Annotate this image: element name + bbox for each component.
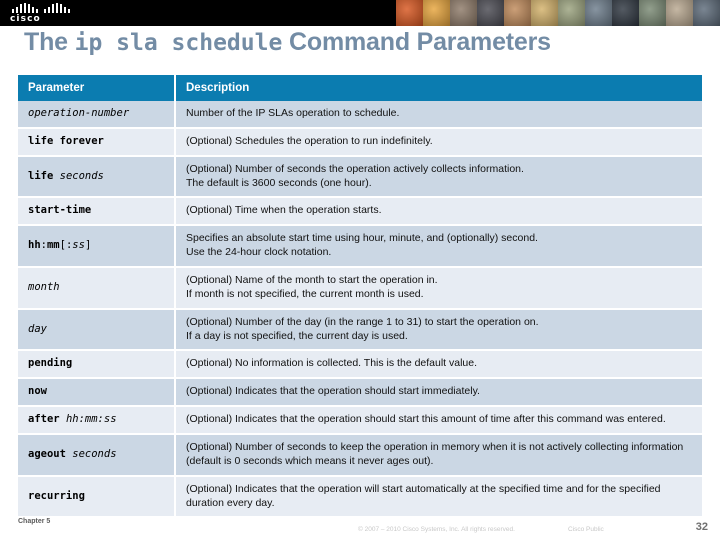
photo-tile xyxy=(585,0,612,26)
photo-tile xyxy=(639,0,666,26)
parameter-cell: now xyxy=(18,378,176,408)
photo-tile xyxy=(558,0,585,26)
description-cell: (Optional) Schedules the operation to ru… xyxy=(175,127,702,157)
table-row: hh:mm[:ss] Specifies an absolute start ti… xyxy=(18,225,702,269)
description-cell: (Optional) Number of seconds to keep the… xyxy=(175,434,702,477)
photo-tile xyxy=(531,0,558,26)
description-cell: (Optional) Number of the day (in the ran… xyxy=(175,308,702,352)
photo-tile xyxy=(396,0,423,26)
page-title: The ip sla schedule Command Parameters xyxy=(24,28,551,57)
parameter-cell: day xyxy=(18,308,176,352)
column-header-description: Description xyxy=(175,75,702,101)
copyright-notice: © 2007 – 2010 Cisco Systems, Inc. All ri… xyxy=(358,526,515,533)
photo-tile xyxy=(504,0,531,26)
photo-tile xyxy=(477,0,504,26)
column-header-parameter: Parameter xyxy=(18,75,176,101)
photo-tile xyxy=(450,0,477,26)
table-row: day (Optional) Number of the day (in the … xyxy=(18,308,702,352)
description-cell: (Optional) Number of seconds the operati… xyxy=(175,155,702,199)
photo-tile xyxy=(693,0,720,26)
parameter-cell: ageout seconds xyxy=(18,434,176,477)
cisco-logo-bars xyxy=(12,3,74,13)
table-body: operation-number Number of the IP SLAs op… xyxy=(18,101,702,519)
description-cell: Specifies an absolute start time using h… xyxy=(175,225,702,269)
parameter-cell: after hh:mm:ss xyxy=(18,406,176,436)
description-cell: (Optional) Time when the operation start… xyxy=(175,197,702,227)
photo-tile xyxy=(423,0,450,26)
parameter-cell: start-time xyxy=(18,197,176,227)
photo-tile xyxy=(666,0,693,26)
description-cell: (Optional) Indicates that the operation … xyxy=(175,475,702,519)
page-title-suffix: Command Parameters xyxy=(282,28,551,56)
cisco-logo-text: cisco xyxy=(10,14,41,24)
description-cell: Number of the IP SLAs operation to sched… xyxy=(175,101,702,129)
top-banner: cisco xyxy=(0,0,720,26)
page-title-command: ip sla schedule xyxy=(74,30,283,56)
cisco-logo: cisco xyxy=(10,3,86,24)
table-row: life forever (Optional) Schedules the ope… xyxy=(18,127,702,157)
table-header-row: Parameter Description xyxy=(18,75,702,101)
chapter-label: Chapter 5 xyxy=(18,518,51,525)
table-row: start-time (Optional) Time when the opera… xyxy=(18,197,702,227)
table-row: after hh:mm:ss (Optional) Indicates that … xyxy=(18,406,702,436)
parameter-cell: operation-number xyxy=(18,101,176,129)
cisco-public-label: Cisco Public xyxy=(568,526,604,533)
table-row: recurring (Optional) Indicates that the o… xyxy=(18,475,702,519)
description-cell: (Optional) Name of the month to start th… xyxy=(175,267,702,310)
table-row: ageout seconds (Optional) Number of secon… xyxy=(18,434,702,477)
parameter-cell: hh:mm[:ss] xyxy=(18,225,176,269)
parameter-cell: month xyxy=(18,267,176,310)
page-number: 32 xyxy=(695,521,708,533)
parameter-cell: life seconds xyxy=(18,155,176,199)
table-row: month (Optional) Name of the month to sta… xyxy=(18,267,702,310)
people-photo-montage xyxy=(396,0,720,26)
table-row: pending (Optional) No information is coll… xyxy=(18,350,702,380)
description-cell: (Optional) No information is collected. … xyxy=(175,350,702,380)
photo-tile xyxy=(612,0,639,26)
description-cell: (Optional) Indicates that the operation … xyxy=(175,378,702,408)
parameter-cell: pending xyxy=(18,350,176,380)
command-parameters-table: Parameter Description operation-number Nu… xyxy=(18,75,702,519)
table-row: now (Optional) Indicates that the operati… xyxy=(18,378,702,408)
parameter-cell: recurring xyxy=(18,475,176,519)
table-row: operation-number Number of the IP SLAs op… xyxy=(18,101,702,129)
table-row: life seconds (Optional) Number of seconds… xyxy=(18,155,702,199)
parameter-cell: life forever xyxy=(18,127,176,157)
page-title-prefix: The xyxy=(24,28,75,56)
description-cell: (Optional) Indicates that the operation … xyxy=(175,406,702,436)
